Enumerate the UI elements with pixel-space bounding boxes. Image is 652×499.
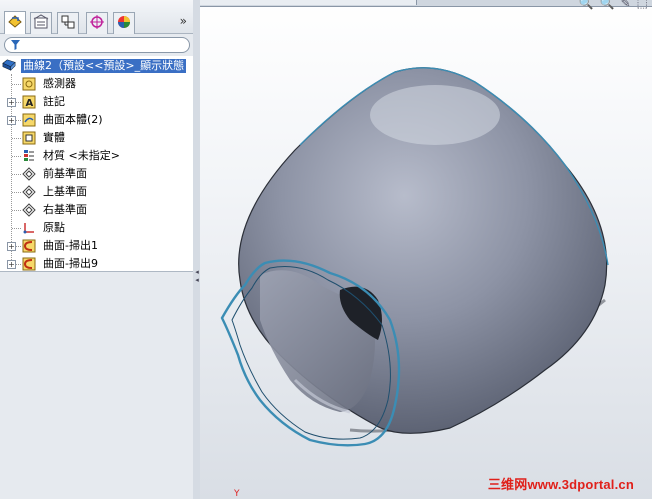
- tree-root-item[interactable]: 曲線2（預設<<預設>_顯示狀態: [0, 57, 193, 75]
- sweep-surface-icon: [22, 239, 36, 253]
- tree-guide-branch: [12, 210, 21, 211]
- tree-item-surface-bodies[interactable]: + 曲面本體(2): [0, 111, 193, 129]
- dimxpert-tab[interactable]: [86, 12, 108, 34]
- tree-item-origin[interactable]: 原點: [0, 219, 193, 237]
- material-icon: [22, 149, 36, 163]
- graphics-viewport[interactable]: 🔍 🔍 ✎ ⬚ Y 三维网www.3dportal.cn: [200, 0, 652, 499]
- plane-icon: [22, 185, 36, 199]
- display-manager-tab[interactable]: [113, 12, 135, 34]
- feature-tree-empty-area: [0, 272, 193, 499]
- filter-icon: [11, 40, 20, 50]
- tree-guide-branch: [12, 138, 21, 139]
- configuration-manager-icon: [60, 14, 76, 34]
- tree-item-label: 上基準面: [43, 185, 87, 198]
- tree-item-label: 原點: [43, 221, 65, 234]
- tree-item-label: 曲面-掃出1: [43, 239, 98, 252]
- tree-item-label: 註記: [43, 95, 65, 108]
- solid-bodies-icon: [22, 131, 36, 145]
- tree-item-label: 曲面-掃出9: [43, 257, 98, 270]
- tree-item-plane[interactable]: 右基準面: [0, 201, 193, 219]
- tree-root-label: 曲線2（預設<<預設>_顯示狀態: [21, 59, 187, 73]
- watermark-text: 三维网www.3dportal.cn: [487, 477, 634, 492]
- tree-item-sweep-surface[interactable]: + 曲面-掃出1: [0, 237, 193, 255]
- plane-icon: [22, 203, 36, 217]
- feature-filter-input[interactable]: [4, 37, 190, 53]
- feature-manager-icon: [7, 13, 23, 33]
- feature-manager-panel: » 曲線2（預設<<預設>_顯示狀態 感測器 + A 註記 + 曲面本體(2) 實體材質 <…: [0, 0, 194, 499]
- svg-text:A: A: [26, 98, 34, 109]
- surface-bodies-icon: [22, 113, 36, 127]
- expand-plus-icon[interactable]: +: [7, 116, 16, 125]
- tree-item-label: 實體: [43, 131, 65, 144]
- tree-guide-branch: [12, 192, 21, 193]
- tree-guide-branch: [12, 84, 21, 85]
- tree-item-label: 前基準面: [43, 167, 87, 180]
- more-tabs-chevron-icon[interactable]: »: [180, 14, 187, 28]
- tree-item-plane[interactable]: 上基準面: [0, 183, 193, 201]
- axis-triad-y: Y: [234, 489, 240, 499]
- expand-plus-icon[interactable]: +: [7, 242, 16, 251]
- expand-plus-icon[interactable]: +: [7, 260, 16, 269]
- body-highlight: [370, 85, 500, 145]
- tree-item-label: 曲面本體(2): [43, 113, 103, 126]
- tree-item-sensor[interactable]: 感測器: [0, 75, 193, 93]
- expand-plus-icon[interactable]: +: [7, 98, 16, 107]
- tree-guide-branch: [12, 228, 21, 229]
- display-manager-icon: [116, 14, 132, 34]
- tree-item-label: 右基準面: [43, 203, 87, 216]
- tree-item-annotation[interactable]: + A 註記: [0, 93, 193, 111]
- manager-tab-bar: »: [0, 0, 193, 34]
- dimxpert-icon: [89, 14, 105, 34]
- tree-guide-branch: [12, 156, 21, 157]
- origin-icon: [22, 221, 36, 235]
- part-icon: [2, 58, 16, 72]
- tree-item-solid-bodies[interactable]: 實體: [0, 129, 193, 147]
- feature-tree: 曲線2（預設<<預設>_顯示狀態 感測器 + A 註記 + 曲面本體(2) 實體材質 <未指…: [0, 56, 193, 271]
- configuration-manager-tab[interactable]: [57, 12, 79, 34]
- property-manager-tab[interactable]: [30, 12, 52, 34]
- tree-guide-branch: [12, 174, 21, 175]
- tree-item-material[interactable]: 材質 <未指定>: [0, 147, 193, 165]
- property-manager-icon: [33, 13, 49, 34]
- annotation-icon: A: [22, 95, 36, 109]
- plane-icon: [22, 167, 36, 181]
- feature-manager-tab[interactable]: [4, 11, 26, 34]
- sweep-surface-icon: [22, 257, 36, 271]
- tree-item-plane[interactable]: 前基準面: [0, 165, 193, 183]
- tree-item-label: 感測器: [43, 77, 76, 90]
- tree-item-label: 材質 <未指定>: [43, 149, 120, 162]
- sensor-icon: [22, 77, 36, 91]
- surface-model[interactable]: [200, 0, 652, 499]
